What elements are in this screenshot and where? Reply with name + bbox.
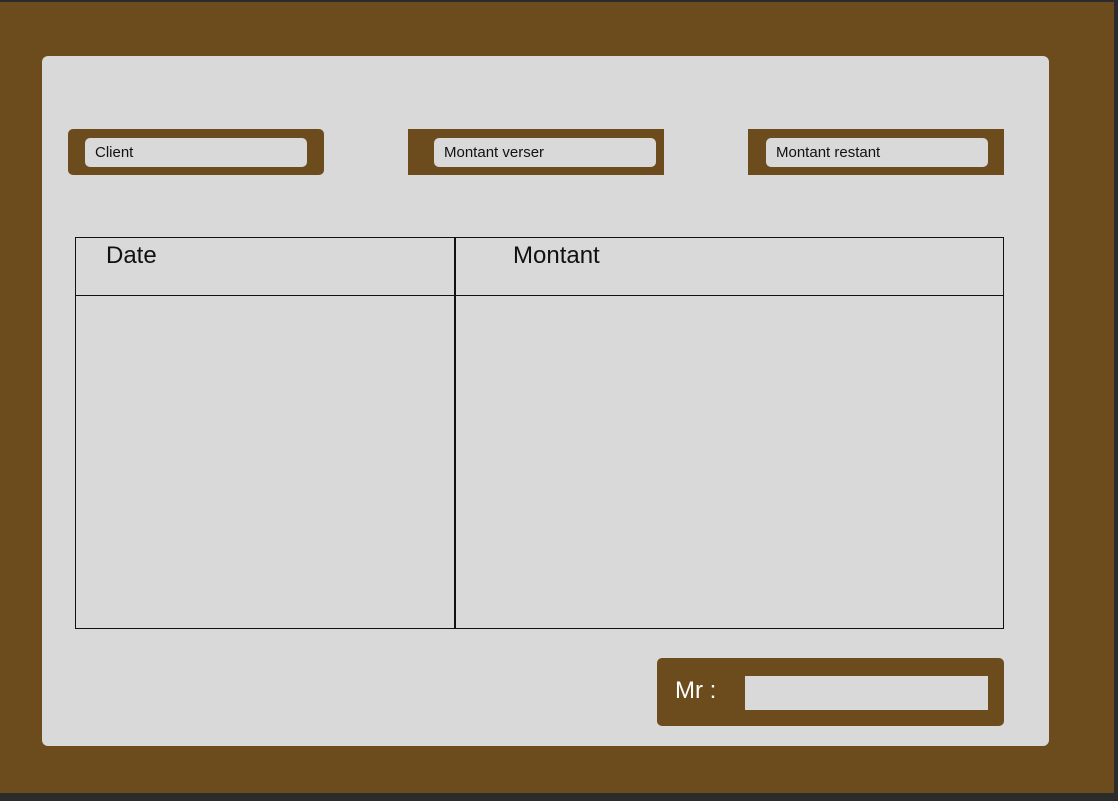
montant-restant-field-container: Montant restant bbox=[748, 129, 1004, 175]
mr-panel: Mr : bbox=[657, 658, 1004, 726]
montant-restant-field[interactable]: Montant restant bbox=[766, 138, 988, 167]
mr-input[interactable] bbox=[745, 676, 988, 710]
payments-table: Date Montant bbox=[75, 237, 1004, 629]
column-header-montant: Montant bbox=[513, 242, 600, 269]
client-field[interactable]: Client bbox=[85, 138, 307, 167]
montant-verse-field[interactable]: Montant verser bbox=[434, 138, 656, 167]
column-header-date: Date bbox=[106, 242, 157, 269]
mr-label: Mr : bbox=[675, 677, 717, 704]
montant-verse-field-container: Montant verser bbox=[408, 129, 664, 175]
client-field-container: Client bbox=[68, 129, 324, 175]
app-frame: Client Montant verser Montant restant Da… bbox=[0, 2, 1114, 793]
table-header-divider bbox=[76, 295, 1003, 296]
table-column-divider bbox=[454, 238, 456, 628]
